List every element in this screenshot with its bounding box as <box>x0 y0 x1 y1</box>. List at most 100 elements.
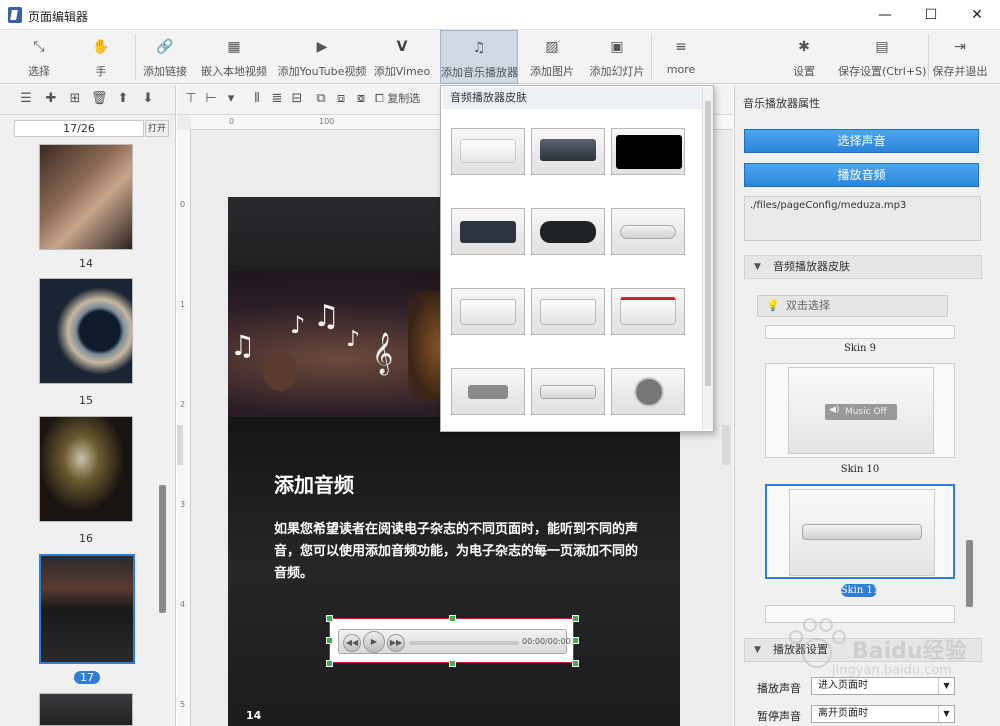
resize-handle[interactable] <box>326 660 333 667</box>
add-page-icon[interactable]: ✚ <box>43 91 59 107</box>
lightbulb-icon: 💡 <box>766 299 780 312</box>
ruler-tick-label: 2 <box>180 400 186 409</box>
delete-page-icon[interactable]: 🗑 <box>91 91 108 107</box>
rewind-icon[interactable]: ◀◀ <box>343 634 361 652</box>
insert-page-icon[interactable]: ⊞ <box>67 91 83 107</box>
add-vimeo-button[interactable]: V 添加Vimeo <box>372 30 432 84</box>
settings-button[interactable]: ✱ 设置 <box>784 30 824 84</box>
title-bar: 页面编辑器 — ☐ ✕ <box>0 0 1000 30</box>
align-middle-icon[interactable]: ⊢ <box>203 91 219 107</box>
audio-time: 00:00/00:00 <box>522 637 571 646</box>
page-thumbnail-17[interactable] <box>39 554 135 664</box>
add-link-label: 添加链接 <box>143 65 187 78</box>
skin-option-1[interactable] <box>451 128 525 175</box>
skin-list-item-10[interactable]: Music Off ◀) <box>765 363 955 458</box>
minimize-button[interactable]: — <box>862 0 908 30</box>
mini-player-preview <box>802 524 922 540</box>
align-top-icon[interactable]: ⊤ <box>183 91 199 107</box>
skin-dropdown-scroll-thumb[interactable] <box>705 101 711 386</box>
distribute-h-icon[interactable]: ⫴ <box>249 91 265 107</box>
select-sound-button[interactable]: 选择声音 <box>744 129 979 153</box>
play-icon[interactable]: ▶ <box>363 631 385 653</box>
pause-sound-select[interactable]: 离开页面时 ▼ <box>811 705 955 723</box>
music-note-icon: ♫ <box>313 299 340 334</box>
save-settings-button[interactable]: ▤ 保存设置(Ctrl+S) <box>838 30 926 84</box>
skin-option-3[interactable] <box>611 128 685 175</box>
page-thumbnail-16[interactable] <box>39 416 133 522</box>
skin-option-2[interactable] <box>531 128 605 175</box>
maximize-button[interactable]: ☐ <box>908 0 954 30</box>
same-size-icon[interactable]: ⊟ <box>289 91 305 107</box>
collapse-left-handle[interactable] <box>177 425 183 465</box>
add-youtube-label: 添加YouTube视频 <box>277 65 367 78</box>
skin-option-10[interactable] <box>451 368 525 415</box>
open-page-button[interactable]: 打开 <box>145 120 169 137</box>
hint-label: 双击选择 <box>786 299 830 312</box>
distribute-v-icon[interactable]: ≣ <box>269 91 285 107</box>
skin-list-item-9[interactable] <box>765 325 955 339</box>
list-icon[interactable]: ☰ <box>18 91 34 107</box>
player-skin-dropdown[interactable]: 音频播放器皮肤 <box>440 85 714 432</box>
skin-option-5[interactable] <box>531 208 605 255</box>
select-cursor-icon: ⤡ <box>33 39 45 55</box>
treble-clef-icon: 𝄞 <box>372 333 394 374</box>
close-button[interactable]: ✕ <box>954 0 1000 30</box>
skin-option-9[interactable] <box>611 288 685 335</box>
forward-icon[interactable]: ▶▶ <box>387 634 405 652</box>
speaker-icon: ◀) <box>829 405 840 415</box>
page-heading[interactable]: 添加音频 <box>274 469 354 498</box>
ruler-tick-label: 3 <box>180 500 186 509</box>
add-link-button[interactable]: 🔗 添加链接 <box>140 30 190 84</box>
skin-option-7[interactable] <box>451 288 525 335</box>
add-slideshow-button[interactable]: ▣ 添加幻灯片 <box>586 30 648 84</box>
page-body-text[interactable]: 如果您希望读者在阅读电子杂志的不同页面时，能听到不同的声音，您可以使用添加音频功… <box>274 519 644 585</box>
resize-handle[interactable] <box>572 660 579 667</box>
add-image-button[interactable]: ▨ 添加图片 <box>526 30 578 84</box>
resize-handle[interactable] <box>326 615 333 622</box>
embed-local-video-button[interactable]: ▦ 嵌入本地视频 <box>198 30 270 84</box>
properties-scrollbar[interactable] <box>966 540 973 607</box>
pause-sound-value: 离开页面时 <box>818 708 868 719</box>
bring-forward-icon[interactable]: ⧈ <box>333 91 349 107</box>
copy-button[interactable]: ⧠ 复制选 <box>375 91 435 107</box>
save-exit-icon: ⇥ <box>954 39 966 55</box>
resize-handle[interactable] <box>572 615 579 622</box>
watermark-brand: Baidu经验 <box>852 639 967 664</box>
skin-option-4[interactable] <box>451 208 525 255</box>
move-down-icon[interactable]: ⬇ <box>140 91 156 107</box>
more-button[interactable]: ≡ more <box>660 30 702 84</box>
move-up-icon[interactable]: ⬆ <box>115 91 131 107</box>
align-bottom-icon[interactable]: ▾ <box>223 91 239 107</box>
page-thumbnail-14[interactable] <box>39 144 133 250</box>
more-icon: ≡ <box>675 39 687 55</box>
add-music-player-button[interactable]: ♫ 添加音乐播放器 <box>440 30 518 84</box>
skin-option-12[interactable] <box>611 368 685 415</box>
page-thumbnail-15[interactable] <box>39 278 133 384</box>
audio-player-element[interactable]: ◀◀ ▶ ▶▶ 00:00/00:00 <box>329 618 574 663</box>
skin-list-item-11[interactable] <box>765 484 955 579</box>
hand-tool-button[interactable]: ✋ 手 <box>78 30 124 84</box>
resize-handle[interactable] <box>572 637 579 644</box>
collapse-right-handle[interactable] <box>722 425 730 465</box>
add-youtube-button[interactable]: ▶ 添加YouTube视频 <box>276 30 368 84</box>
thumbnails-scrollbar[interactable] <box>159 485 166 613</box>
skin-section-header[interactable]: ▼ 音频播放器皮肤 <box>744 255 982 279</box>
resize-handle[interactable] <box>449 660 456 667</box>
save-and-exit-button[interactable]: ⇥ 保存并退出 <box>930 30 990 84</box>
group-icon[interactable]: ⧉ <box>313 91 329 107</box>
resize-handle[interactable] <box>449 615 456 622</box>
skin-option-11[interactable] <box>531 368 605 415</box>
audio-progress-track[interactable] <box>409 641 519 645</box>
select-tool-button[interactable]: ⤡ 选择 <box>14 30 64 84</box>
page-thumbnail-18[interactable] <box>39 693 133 726</box>
skin-option-8[interactable] <box>531 288 605 335</box>
play-audio-button[interactable]: 播放音频 <box>744 163 979 187</box>
select-tool-label: 选择 <box>28 65 50 78</box>
send-backward-icon[interactable]: ⧇ <box>353 91 369 107</box>
page-tools: ☰ ✚ ⊞ 🗑 ⬆ ⬇ <box>0 85 176 115</box>
copy-icon: ⧠ <box>375 92 384 105</box>
skin-dropdown-scrollbar[interactable] <box>702 87 713 430</box>
page-number-input[interactable]: 17/26 <box>14 120 144 137</box>
resize-handle[interactable] <box>326 637 333 644</box>
skin-option-6[interactable] <box>611 208 685 255</box>
